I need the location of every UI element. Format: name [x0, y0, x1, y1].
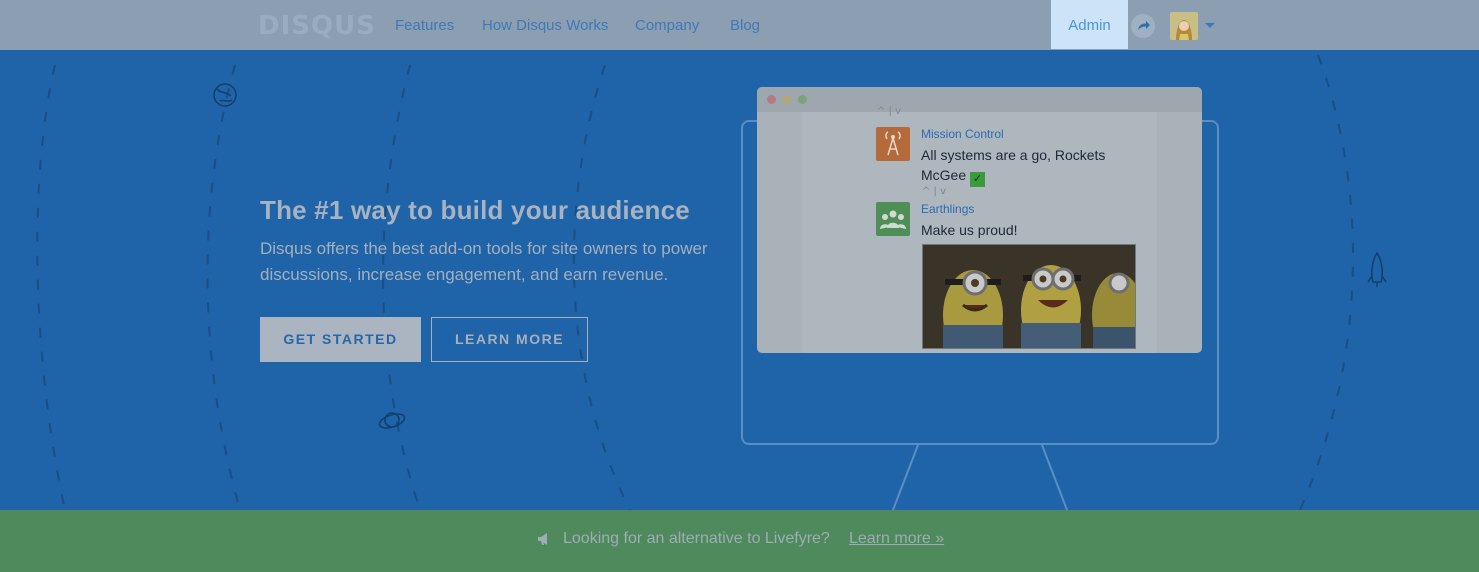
nav-link-blog[interactable]: Blog — [730, 17, 760, 34]
disqus-logo[interactable]: DISQUS — [258, 11, 376, 41]
get-started-button[interactable]: GET STARTED — [260, 317, 421, 362]
avatar-image-icon — [1170, 12, 1198, 40]
admin-button[interactable]: Admin — [1051, 0, 1128, 49]
user-avatar[interactable] — [1170, 12, 1198, 40]
minimize-dot-icon — [782, 95, 791, 104]
hero-title: The #1 way to build your audience — [260, 195, 690, 225]
nav-link-company[interactable]: Company — [635, 17, 699, 34]
account-dropdown-icon[interactable] — [1205, 23, 1215, 28]
close-dot-icon — [767, 95, 776, 104]
vote-arrows-icon: ^ | v — [877, 106, 902, 117]
comment-text: Make us proud! — [921, 222, 1018, 238]
nav-link-features[interactable]: Features — [395, 17, 454, 34]
vote-arrows-icon[interactable]: ^ | v — [922, 186, 946, 197]
hero-section: The #1 way to build your audience Disqus… — [0, 50, 1479, 510]
window-titlebar — [757, 87, 1202, 112]
comment-author[interactable]: Mission Control — [921, 127, 1004, 141]
minions-gif-image — [922, 244, 1136, 349]
comment-author[interactable]: Earthlings — [921, 202, 974, 216]
top-nav: DISQUS Features How Disqus Works Company… — [0, 0, 1479, 50]
share-button[interactable] — [1131, 14, 1155, 38]
banner-learn-more-link[interactable]: Learn more » — [849, 530, 944, 548]
banner-text: Looking for an alternative to Livefyre? — [563, 530, 830, 547]
share-arrow-icon — [1138, 21, 1150, 30]
hero-description: Disqus offers the best add-on tools for … — [260, 239, 708, 284]
comment-preview-screen: ^ | v Mission Control All systems are a … — [757, 87, 1202, 353]
orbit-decoration — [36, 54, 1387, 510]
check-mark-icon: ✓ — [970, 172, 986, 187]
megaphone-icon — [538, 533, 547, 545]
antenna-icon — [876, 127, 910, 161]
comment-text: All systems are a go, Rockets McGee ✓ — [921, 147, 1106, 187]
maximize-dot-icon — [798, 95, 807, 104]
group-icon — [876, 202, 910, 236]
learn-more-button[interactable]: LEARN MORE — [431, 317, 588, 362]
nav-link-how-disqus-works[interactable]: How Disqus Works — [482, 17, 608, 34]
livefyre-banner: Looking for an alternative to Livefyre? … — [0, 510, 1479, 572]
